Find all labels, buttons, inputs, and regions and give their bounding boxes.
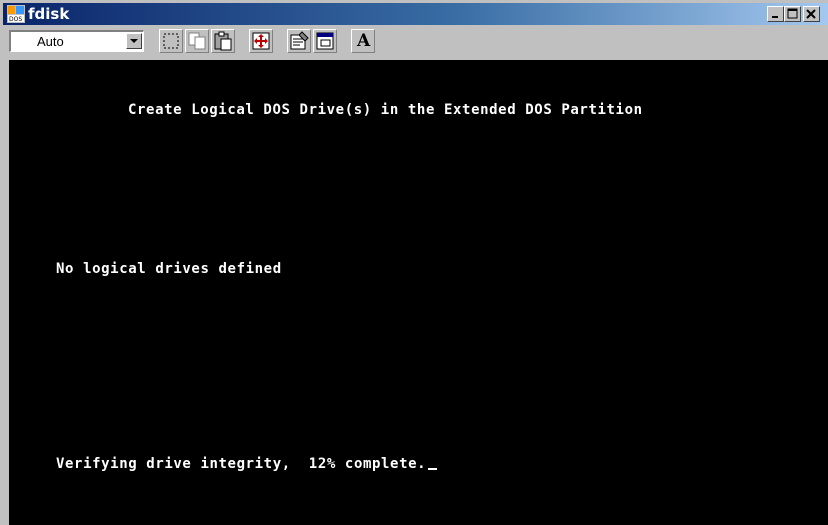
status-text: Verifying drive integrity, 12% complete.	[56, 456, 427, 472]
copy-button[interactable]	[185, 29, 209, 53]
minimize-icon	[772, 16, 778, 18]
properties-icon	[290, 31, 309, 50]
full-screen-button[interactable]	[249, 29, 273, 53]
svg-text:DOS: DOS	[9, 16, 22, 23]
window-title: fdisk	[28, 5, 70, 23]
dos-window: DOS fdisk Auto A Create Logical DOS Driv…	[0, 0, 828, 525]
console-heading: Create Logical DOS Drive(s) in the Exten…	[128, 102, 643, 118]
maximize-button[interactable]	[784, 6, 801, 22]
properties-button[interactable]	[287, 29, 311, 53]
paste-button[interactable]	[211, 29, 235, 53]
console-message: No logical drives defined	[56, 261, 282, 277]
copy-icon	[188, 32, 206, 50]
paste-icon	[214, 31, 232, 51]
font-button[interactable]: A	[351, 29, 375, 53]
background-icon	[316, 32, 334, 50]
close-icon	[806, 9, 816, 19]
font-icon: A	[357, 31, 371, 51]
minimize-button[interactable]	[767, 6, 784, 22]
font-size-value: Auto	[37, 34, 64, 49]
close-button[interactable]	[803, 6, 820, 22]
mark-button[interactable]	[159, 29, 183, 53]
dropdown-button[interactable]	[126, 33, 142, 49]
ms-dos-icon: DOS	[7, 5, 25, 23]
text-cursor	[428, 468, 438, 470]
font-size-dropdown[interactable]: Auto	[9, 30, 144, 52]
title-bar[interactable]: DOS fdisk	[3, 3, 828, 25]
full-screen-icon	[252, 32, 270, 50]
mark-icon	[163, 33, 179, 49]
toolbar: Auto A	[3, 25, 828, 59]
maximize-icon	[787, 8, 798, 19]
console-status-line: Verifying drive integrity, 12% complete.	[56, 456, 438, 472]
console-screen[interactable]: Create Logical DOS Drive(s) in the Exten…	[9, 60, 828, 525]
chevron-down-icon	[130, 39, 138, 43]
background-button[interactable]	[313, 29, 337, 53]
